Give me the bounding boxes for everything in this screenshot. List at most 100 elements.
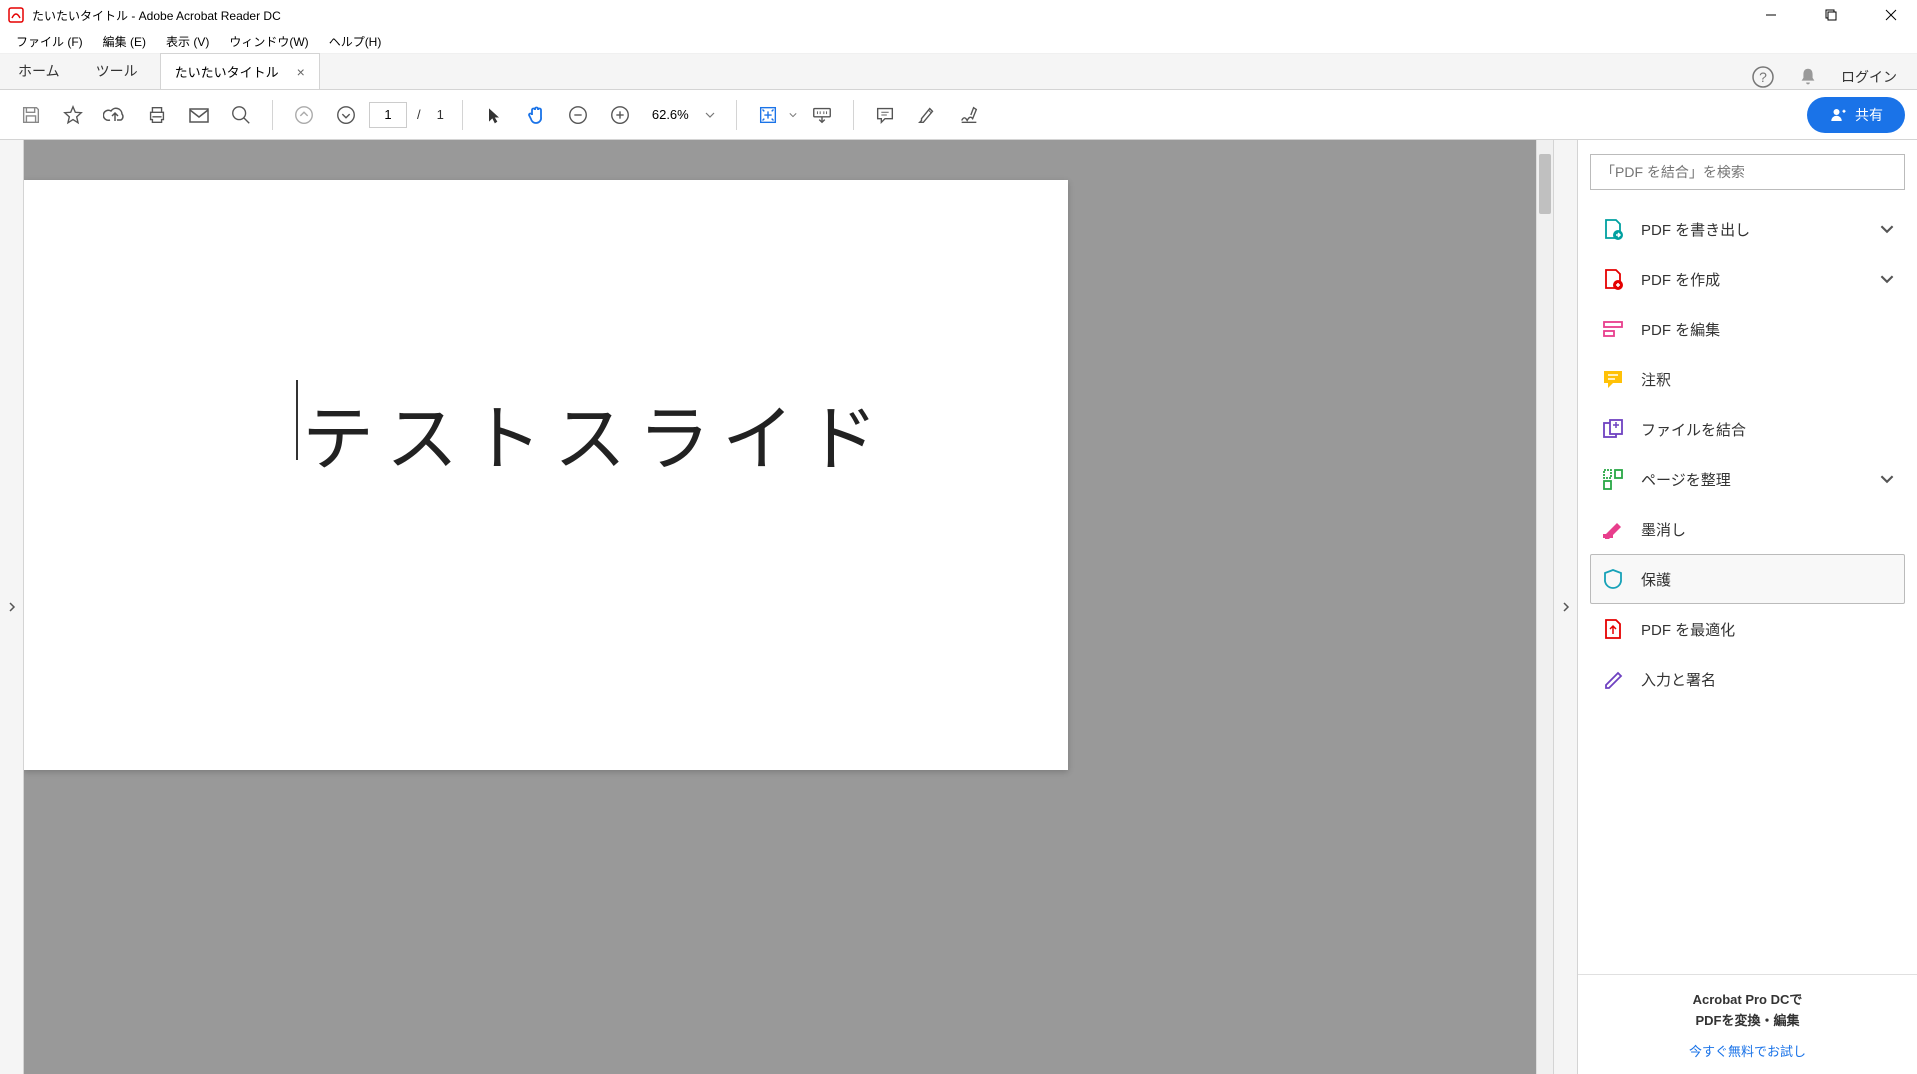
page-total: 1 — [437, 107, 444, 122]
tool-fill-sign[interactable]: 入力と署名 — [1590, 654, 1905, 704]
cloud-upload-icon[interactable] — [96, 96, 134, 134]
zoom-level-dropdown[interactable]: 62.6% — [643, 103, 724, 126]
window-title: たいたいタイトル - Adobe Acrobat Reader DC — [32, 7, 1753, 24]
tool-create-pdf[interactable]: PDF を作成 — [1590, 254, 1905, 304]
tools-panel: PDF を書き出し PDF を作成 PDF を編集 注釈 ファイルを結合 — [1577, 140, 1917, 1074]
menu-view[interactable]: 表示 (V) — [156, 31, 219, 52]
page-separator: / — [417, 107, 421, 122]
scrollbar-thumb[interactable] — [1539, 154, 1551, 214]
menubar: ファイル (F) 編集 (E) 表示 (V) ウィンドウ(W) ヘルプ(H) — [0, 30, 1917, 54]
hand-tool-icon[interactable] — [517, 96, 555, 134]
tool-export-pdf[interactable]: PDF を書き出し — [1590, 204, 1905, 254]
acrobat-icon — [8, 7, 24, 23]
redact-icon — [1601, 517, 1625, 541]
create-pdf-icon — [1601, 267, 1625, 291]
titlebar: たいたいタイトル - Adobe Acrobat Reader DC — [0, 0, 1917, 30]
tool-protect[interactable]: 保護 — [1590, 554, 1905, 604]
tab-home[interactable]: ホーム — [0, 53, 78, 89]
tool-label: PDF を書き出し — [1641, 219, 1880, 240]
chevron-down-icon — [1880, 274, 1894, 284]
tool-label: 保護 — [1641, 569, 1894, 590]
keyboard-icon[interactable] — [803, 96, 841, 134]
promo-line2: PDFを変換・編集 — [1588, 1010, 1907, 1029]
comment-icon — [1601, 367, 1625, 391]
zoom-out-icon[interactable] — [559, 96, 597, 134]
tool-label: 注釈 — [1641, 369, 1894, 390]
tool-comments[interactable]: 注釈 — [1590, 354, 1905, 404]
document-viewer[interactable]: テストスライド — [24, 140, 1553, 1074]
tool-combine-files[interactable]: ファイルを結合 — [1590, 404, 1905, 454]
menu-window[interactable]: ウィンドウ(W) — [219, 31, 318, 52]
tool-label: PDF を作成 — [1641, 269, 1880, 290]
page-down-icon[interactable] — [327, 96, 365, 134]
bell-icon[interactable] — [1797, 66, 1819, 88]
login-link[interactable]: ログイン — [1841, 67, 1897, 87]
export-pdf-icon — [1601, 217, 1625, 241]
fit-page-icon[interactable] — [749, 96, 787, 134]
tab-close-button[interactable]: × — [297, 64, 305, 80]
chevron-down-icon — [705, 112, 715, 118]
print-icon[interactable] — [138, 96, 176, 134]
share-label: 共有 — [1855, 105, 1883, 125]
chevron-down-icon — [1880, 224, 1894, 234]
promo-cta-link[interactable]: 今すぐ無料でお試し — [1588, 1041, 1907, 1060]
search-icon[interactable] — [222, 96, 260, 134]
minimize-button[interactable] — [1753, 1, 1789, 29]
tool-label: ファイルを結合 — [1641, 419, 1894, 440]
tools-search-box[interactable] — [1590, 154, 1905, 190]
tool-label: 入力と署名 — [1641, 669, 1894, 690]
signature-icon[interactable] — [950, 96, 988, 134]
tabbar: ホーム ツール たいたいタイトル × ? ログイン — [0, 54, 1917, 90]
left-panel-toggle[interactable] — [0, 140, 24, 1074]
star-icon[interactable] — [54, 96, 92, 134]
zoom-in-icon[interactable] — [601, 96, 639, 134]
person-plus-icon — [1829, 106, 1847, 124]
vertical-scrollbar[interactable] — [1536, 140, 1553, 1074]
shield-icon — [1601, 567, 1625, 591]
comment-icon[interactable] — [866, 96, 904, 134]
optimize-pdf-icon — [1601, 617, 1625, 641]
organize-pages-icon — [1601, 467, 1625, 491]
tool-redact[interactable]: 墨消し — [1590, 504, 1905, 554]
edit-pdf-icon — [1601, 317, 1625, 341]
mail-icon[interactable] — [180, 96, 218, 134]
tool-label: ページを整理 — [1641, 469, 1880, 490]
page-up-icon[interactable] — [285, 96, 323, 134]
toolbar: / 1 62.6% 共有 — [0, 90, 1917, 140]
window-controls — [1753, 1, 1909, 29]
tool-label: PDF を編集 — [1641, 319, 1894, 340]
fit-dropdown-icon[interactable] — [787, 104, 799, 126]
tab-document[interactable]: たいたいタイトル × — [160, 53, 320, 89]
promo-line1: Acrobat Pro DCで — [1588, 989, 1907, 1008]
tool-label: 墨消し — [1641, 519, 1894, 540]
highlight-icon[interactable] — [908, 96, 946, 134]
tool-edit-pdf[interactable]: PDF を編集 — [1590, 304, 1905, 354]
fill-sign-icon — [1601, 667, 1625, 691]
help-icon[interactable]: ? — [1751, 65, 1775, 89]
promo-box: Acrobat Pro DCで PDFを変換・編集 今すぐ無料でお試し — [1578, 974, 1917, 1074]
zoom-value: 62.6% — [652, 107, 689, 122]
combine-files-icon — [1601, 417, 1625, 441]
right-panel-toggle[interactable] — [1553, 140, 1577, 1074]
maximize-button[interactable] — [1813, 1, 1849, 29]
close-button[interactable] — [1873, 1, 1909, 29]
tab-document-label: たいたいタイトル — [175, 62, 279, 81]
slide-title-text: テストスライド — [302, 380, 890, 485]
page-number-input[interactable] — [369, 102, 407, 128]
menu-edit[interactable]: 編集 (E) — [93, 31, 156, 52]
tools-list: PDF を書き出し PDF を作成 PDF を編集 注釈 ファイルを結合 — [1578, 200, 1917, 974]
tool-label: PDF を最適化 — [1641, 619, 1894, 640]
chevron-down-icon — [1880, 474, 1894, 484]
text-cursor — [296, 380, 298, 460]
menu-file[interactable]: ファイル (F) — [6, 31, 93, 52]
menu-help[interactable]: ヘルプ(H) — [319, 31, 392, 52]
main-area: テストスライド PDF を書き出し PDF を作成 PDF を編集 — [0, 140, 1917, 1074]
tools-search-input[interactable] — [1601, 164, 1894, 180]
save-icon[interactable] — [12, 96, 50, 134]
tool-organize-pages[interactable]: ページを整理 — [1590, 454, 1905, 504]
svg-text:?: ? — [1759, 69, 1767, 85]
select-tool-icon[interactable] — [475, 96, 513, 134]
share-button[interactable]: 共有 — [1807, 97, 1905, 133]
tab-tools[interactable]: ツール — [78, 53, 156, 89]
tool-optimize-pdf[interactable]: PDF を最適化 — [1590, 604, 1905, 654]
